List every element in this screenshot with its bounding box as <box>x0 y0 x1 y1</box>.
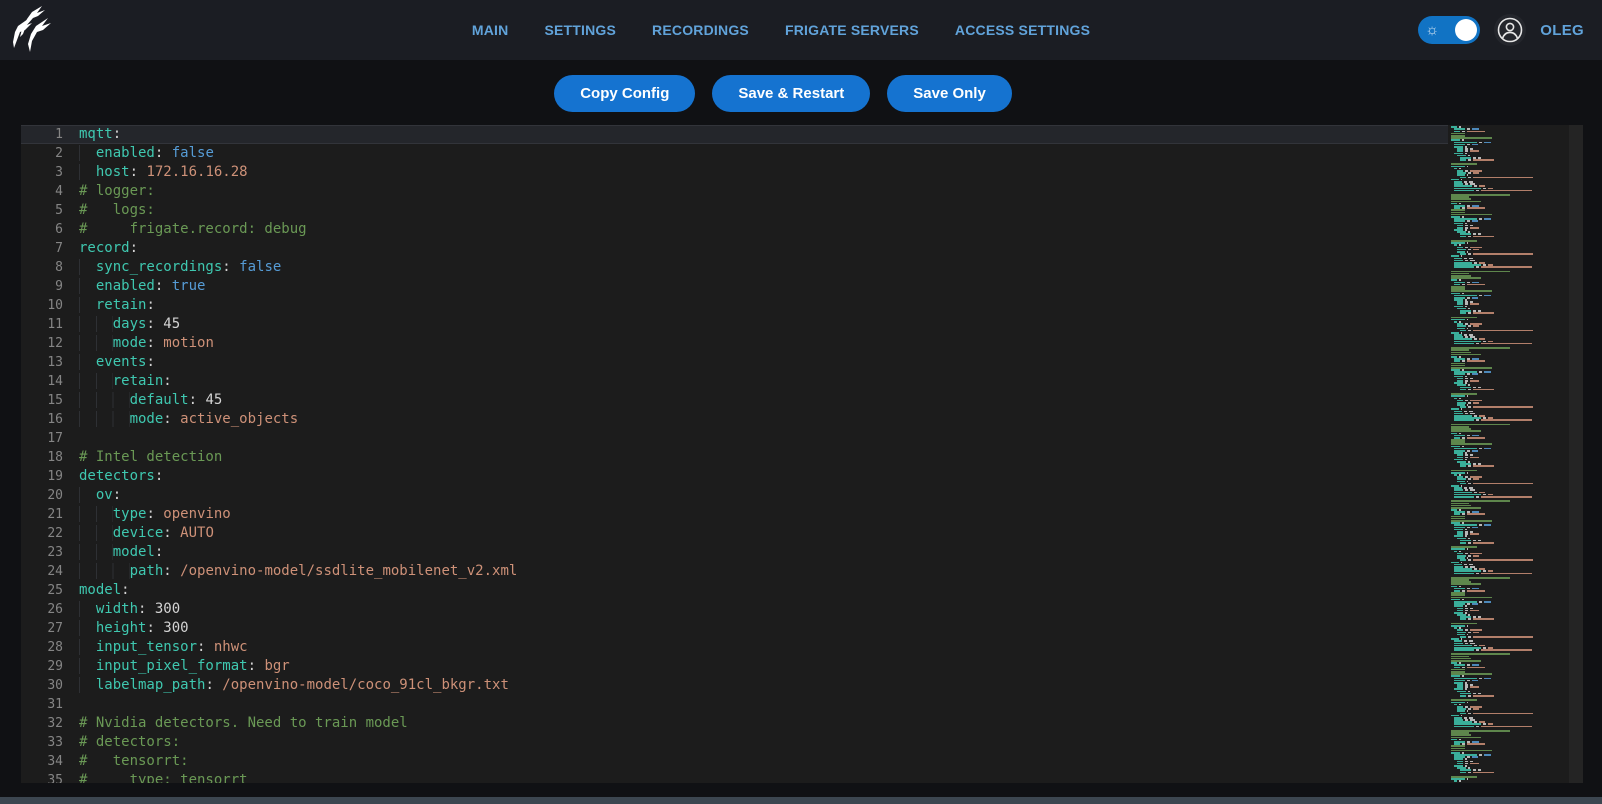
line-number: 13 <box>21 353 79 372</box>
line-number: 25 <box>21 581 79 600</box>
code-line[interactable]: input_pixel_format: bgr <box>79 657 1448 676</box>
code-line[interactable]: enabled: true <box>79 277 1448 296</box>
code-line[interactable]: model: <box>79 581 1448 600</box>
line-number: 15 <box>21 391 79 410</box>
code-line[interactable]: # logger: <box>79 182 1448 201</box>
line-number: 12 <box>21 334 79 353</box>
sun-icon: ☼ <box>1425 23 1439 38</box>
code-line[interactable]: type: openvino <box>79 505 1448 524</box>
line-number: 21 <box>21 505 79 524</box>
code-line[interactable]: # Nvidia detectors. Need to train model <box>79 714 1448 733</box>
code-line[interactable] <box>79 695 1448 714</box>
code-line[interactable]: height: 300 <box>79 619 1448 638</box>
code-line[interactable]: days: 45 <box>79 315 1448 334</box>
editor-code[interactable]: mqtt: enabled: false host: 172.16.16.28#… <box>79 125 1448 783</box>
minimap[interactable] <box>1448 125 1569 783</box>
line-number: 17 <box>21 429 79 448</box>
user-avatar-icon[interactable] <box>1494 14 1526 46</box>
line-number: 4 <box>21 182 79 201</box>
line-number: 33 <box>21 733 79 752</box>
minimap-line <box>1451 780 1569 782</box>
code-line[interactable]: # type: tensorrt <box>79 771 1448 783</box>
code-line[interactable]: mqtt: <box>79 125 1448 144</box>
config-toolbar: Copy Config Save & Restart Save Only <box>0 60 1584 126</box>
nav-link-settings[interactable]: SETTINGS <box>544 22 616 38</box>
code-line[interactable]: # Intel detection <box>79 448 1448 467</box>
code-line[interactable]: record: <box>79 239 1448 258</box>
line-number: 27 <box>21 619 79 638</box>
code-line[interactable]: mode: motion <box>79 334 1448 353</box>
line-number: 6 <box>21 220 79 239</box>
line-number: 1 <box>21 125 79 144</box>
code-line[interactable]: # logs: <box>79 201 1448 220</box>
code-line[interactable]: retain: <box>79 372 1448 391</box>
code-line[interactable]: width: 300 <box>79 600 1448 619</box>
code-line[interactable]: enabled: false <box>79 144 1448 163</box>
user-name[interactable]: OLEG <box>1540 22 1584 39</box>
editor-scrollbar[interactable] <box>1569 125 1583 783</box>
save-only-button[interactable]: Save Only <box>887 75 1012 112</box>
line-number: 10 <box>21 296 79 315</box>
save-restart-button[interactable]: Save & Restart <box>712 75 870 112</box>
line-number: 24 <box>21 562 79 581</box>
line-number: 11 <box>21 315 79 334</box>
code-line[interactable]: mode: active_objects <box>79 410 1448 429</box>
nav-link-frigate-servers[interactable]: FRIGATE SERVERS <box>785 22 919 38</box>
line-number: 22 <box>21 524 79 543</box>
main-navigation: MAIN SETTINGS RECORDINGS FRIGATE SERVERS… <box>481 22 1081 38</box>
code-line[interactable]: ov: <box>79 486 1448 505</box>
line-number: 7 <box>21 239 79 258</box>
line-number: 8 <box>21 258 79 277</box>
code-line[interactable]: retain: <box>79 296 1448 315</box>
code-line[interactable]: events: <box>79 353 1448 372</box>
nav-link-main[interactable]: MAIN <box>472 22 509 38</box>
line-number: 14 <box>21 372 79 391</box>
code-line[interactable]: path: /openvino-model/ssdlite_mobilenet_… <box>79 562 1448 581</box>
navbar-right-group: ☼ OLEG <box>1418 0 1584 60</box>
code-line[interactable]: detectors: <box>79 467 1448 486</box>
line-number: 32 <box>21 714 79 733</box>
horizontal-scrollbar[interactable] <box>0 797 1602 804</box>
code-line[interactable]: # detectors: <box>79 733 1448 752</box>
line-number: 31 <box>21 695 79 714</box>
line-number: 18 <box>21 448 79 467</box>
copy-config-button[interactable]: Copy Config <box>554 75 695 112</box>
config-editor[interactable]: 1234567891011121314151617181920212223242… <box>21 125 1583 783</box>
line-number: 5 <box>21 201 79 220</box>
line-number: 9 <box>21 277 79 296</box>
line-number: 16 <box>21 410 79 429</box>
line-number: 3 <box>21 163 79 182</box>
line-number: 26 <box>21 600 79 619</box>
code-line[interactable]: labelmap_path: /openvino-model/coco_91cl… <box>79 676 1448 695</box>
editor-gutter: 1234567891011121314151617181920212223242… <box>21 125 79 783</box>
line-number: 2 <box>21 144 79 163</box>
line-number: 29 <box>21 657 79 676</box>
nav-link-access-settings[interactable]: ACCESS SETTINGS <box>955 22 1090 38</box>
code-line[interactable] <box>79 429 1448 448</box>
line-number: 34 <box>21 752 79 771</box>
line-number: 19 <box>21 467 79 486</box>
code-line[interactable]: host: 172.16.16.28 <box>79 163 1448 182</box>
top-navbar: MAIN SETTINGS RECORDINGS FRIGATE SERVERS… <box>0 0 1602 60</box>
line-number: 35 <box>21 771 79 783</box>
nav-link-recordings[interactable]: RECORDINGS <box>652 22 749 38</box>
toggle-knob <box>1455 19 1477 41</box>
code-line[interactable]: # frigate.record: debug <box>79 220 1448 239</box>
line-number: 20 <box>21 486 79 505</box>
line-number: 23 <box>21 543 79 562</box>
theme-toggle[interactable]: ☼ <box>1418 16 1480 44</box>
code-line[interactable]: default: 45 <box>79 391 1448 410</box>
line-number: 30 <box>21 676 79 695</box>
code-line[interactable]: device: AUTO <box>79 524 1448 543</box>
code-line[interactable]: # tensorrt: <box>79 752 1448 771</box>
code-line[interactable]: model: <box>79 543 1448 562</box>
frigate-logo-icon[interactable] <box>12 4 62 56</box>
line-number: 28 <box>21 638 79 657</box>
code-line[interactable]: input_tensor: nhwc <box>79 638 1448 657</box>
code-line[interactable]: sync_recordings: false <box>79 258 1448 277</box>
